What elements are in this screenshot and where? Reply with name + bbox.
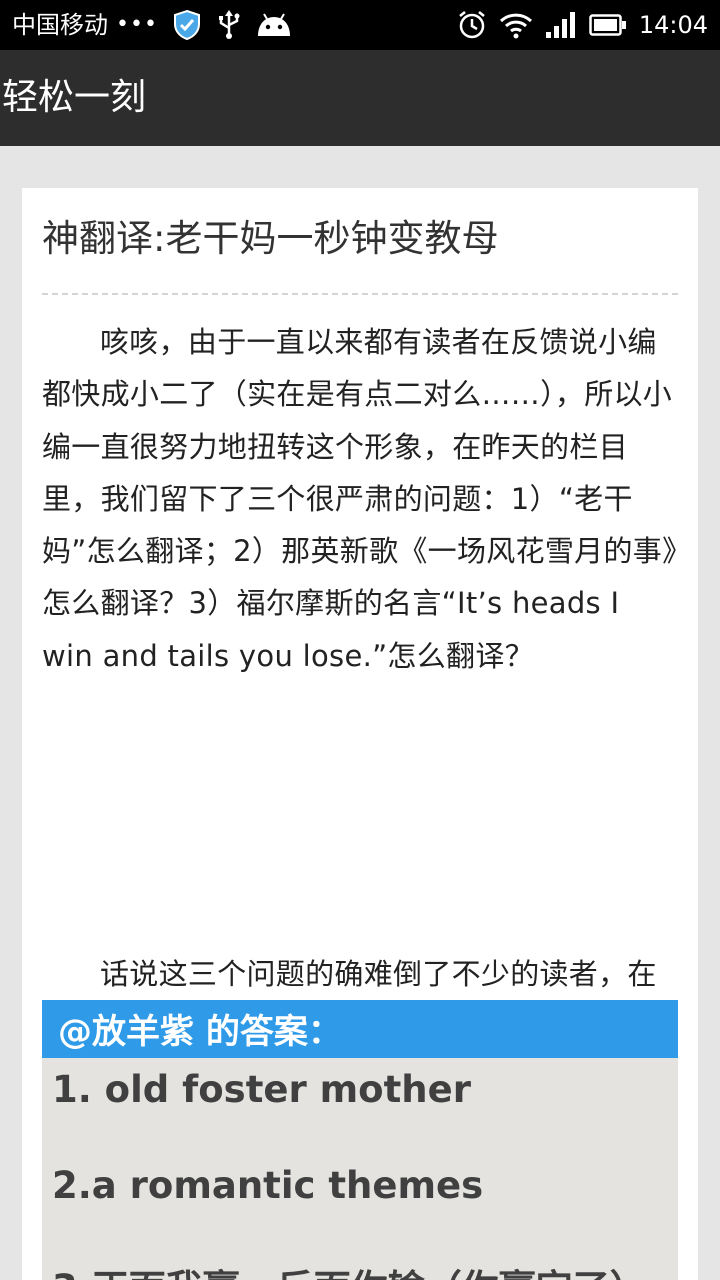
more-dots: •••: [116, 12, 158, 37]
title-divider: [42, 293, 678, 295]
signal-icon: [545, 11, 577, 39]
wifi-icon: [499, 11, 533, 39]
carrier-label: 中国移动: [12, 11, 108, 39]
shield-icon: [172, 9, 202, 41]
status-bar: 中国移动 ••• 14:04: [0, 0, 720, 50]
alarm-icon: [457, 10, 487, 40]
article-title: 神翻译:老干妈一秒钟变教母: [42, 217, 499, 260]
app-bar: 轻松一刻: [0, 50, 720, 146]
answer-line-3: 3.正面我赢，反面你输（你赢定了）: [52, 1258, 647, 1280]
app-title: 轻松一刻: [2, 77, 147, 118]
answer-image[interactable]: @放羊紫 的答案： 1. old foster mother 2.a roman…: [42, 1000, 678, 1280]
android-icon: [256, 12, 292, 38]
answer-header: @放羊紫 的答案：: [42, 1000, 678, 1058]
clock-time: 14:04: [638, 11, 708, 39]
article-card[interactable]: 神翻译:老干妈一秒钟变教母 咳咳，由于一直以来都有读者在反馈说小编都快成小二了（…: [22, 188, 698, 1280]
article-paragraph-1: 咳咳，由于一直以来都有读者在反馈说小编都快成小二了（实在是有点二对么……），所以…: [42, 325, 677, 673]
answer-line-2: 2.a romantic themes: [52, 1164, 484, 1207]
battery-icon: [589, 13, 627, 37]
answer-line-1: 1. old foster mother: [52, 1068, 471, 1111]
usb-icon: [216, 10, 242, 40]
